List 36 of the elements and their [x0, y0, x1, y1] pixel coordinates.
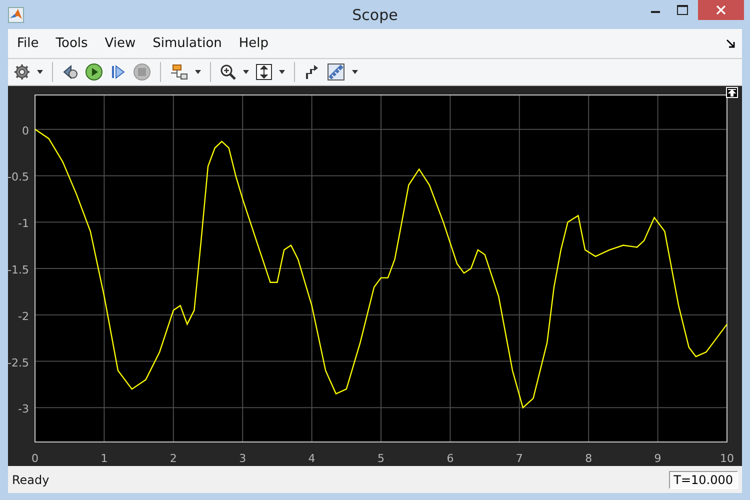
- menu-item[interactable]: Tools: [48, 34, 95, 53]
- x-tick-label: 4: [308, 452, 316, 465]
- y-tick-label: -0.5: [8, 170, 29, 184]
- x-tick-label: 2: [170, 452, 177, 465]
- x-tick-label: 7: [516, 452, 523, 465]
- x-tick-label: 8: [585, 452, 592, 465]
- y-tick-label: -2.5: [8, 356, 29, 370]
- run-button[interactable]: [83, 61, 105, 83]
- close-button[interactable]: [698, 0, 744, 20]
- window-title: Scope: [352, 6, 398, 24]
- undock-icon[interactable]: [726, 38, 736, 48]
- time-readout: T=10.000: [668, 470, 738, 488]
- y-tick-label: -1.5: [8, 264, 29, 276]
- maximize-icon: [677, 5, 688, 15]
- stop-button[interactable]: [131, 61, 153, 83]
- close-icon: [716, 5, 726, 15]
- status-text: Ready: [12, 472, 50, 486]
- undock-axes-icon[interactable]: [726, 87, 738, 98]
- x-tick-label: 9: [654, 452, 662, 465]
- menu-item[interactable]: Help: [232, 34, 276, 53]
- x-tick-label: 1: [100, 452, 108, 465]
- x-tick-label: 5: [378, 452, 384, 465]
- y-tick-label: 0: [22, 124, 29, 138]
- y-tick-label: -2: [18, 310, 29, 323]
- app-icon: [8, 6, 24, 22]
- menu-item[interactable]: Simulation: [146, 34, 229, 53]
- scale-axes-button[interactable]: [254, 61, 274, 83]
- x-tick-label: 10: [720, 452, 734, 465]
- y-tick-label: -1: [18, 217, 29, 230]
- x-tick-label: 6: [446, 452, 454, 465]
- menu-item[interactable]: File: [10, 34, 46, 53]
- x-tick-label: 0: [32, 452, 38, 465]
- ruler-button[interactable]: [325, 61, 347, 83]
- x-tick-label: 3: [239, 452, 246, 465]
- y-tick-label: -3: [18, 402, 29, 416]
- menu-item[interactable]: View: [98, 34, 143, 53]
